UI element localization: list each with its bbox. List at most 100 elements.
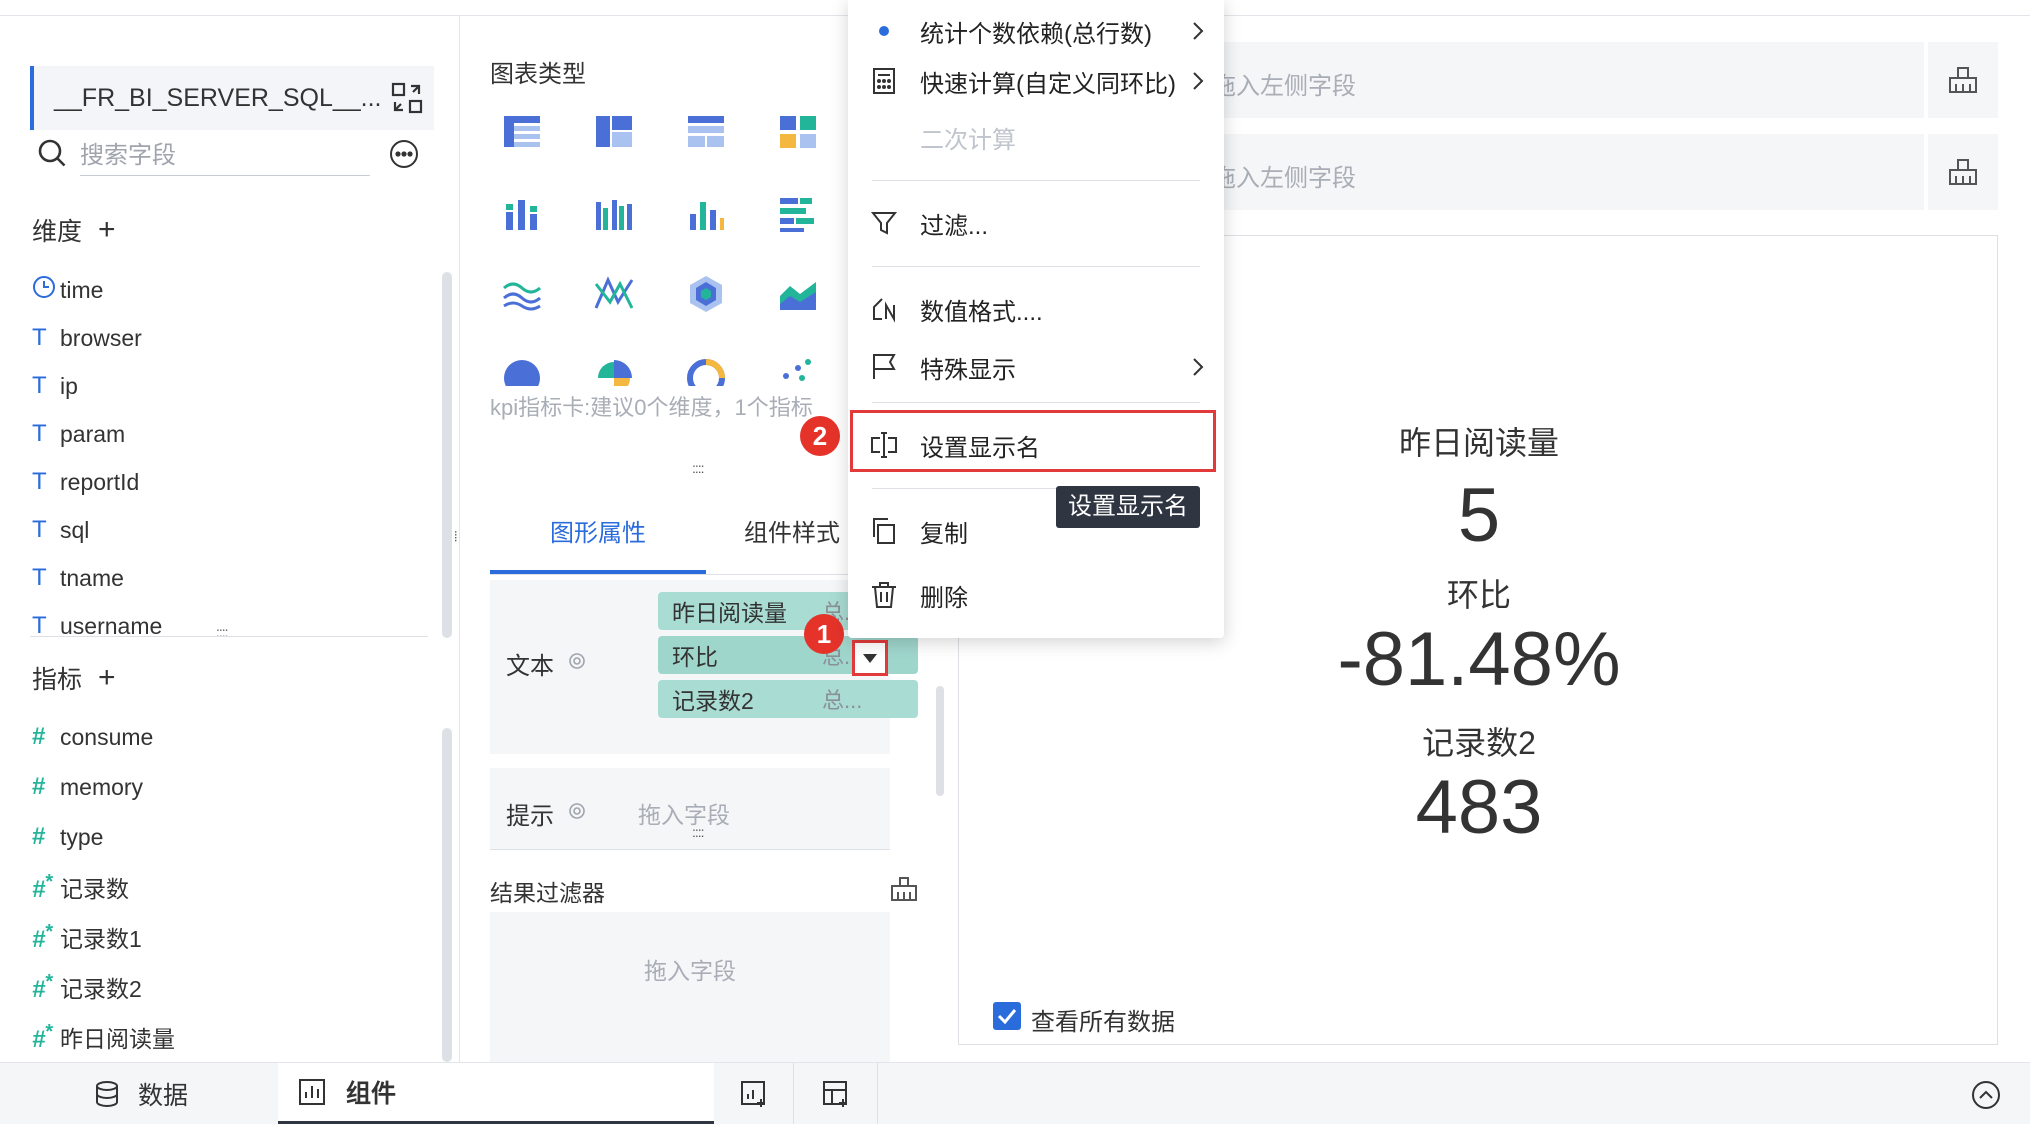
tooltip-drop-zone[interactable]: 提示 拖入字段: [490, 768, 890, 850]
field-name: username: [60, 612, 163, 639]
field-item[interactable]: TreportId: [0, 458, 440, 506]
menu-divider: [872, 180, 1200, 181]
calc-number-icon: #*: [32, 870, 54, 903]
field-item[interactable]: #* 记录数2: [0, 962, 440, 1012]
menu-item-filter[interactable]: 过滤...: [848, 198, 1224, 248]
flag-icon: [873, 354, 896, 379]
field-name: 记录数2: [60, 976, 142, 1002]
tab-label: 数据: [138, 1082, 189, 1110]
chart-type-title: 图表类型: [490, 61, 586, 88]
add-dimension-icon[interactable]: +: [98, 213, 116, 247]
field-item[interactable]: Tbrowser: [0, 314, 440, 362]
detail-table-icon[interactable]: [684, 110, 728, 154]
highlight-box: [850, 410, 1216, 472]
field-item[interactable]: #* 记录数: [0, 862, 440, 912]
resize-grip[interactable]: ::::: [692, 824, 705, 840]
scatter-chart-icon[interactable]: [776, 356, 820, 386]
measure-list: # consume # memory # type #* 记录数 #* 记录数1 #* 记录…: [0, 712, 440, 1062]
text-type-icon: T: [32, 324, 47, 351]
stacked-bar-icon[interactable]: [500, 192, 544, 236]
menu-item-number-format[interactable]: 数值格式....: [848, 284, 1224, 334]
kpi-card-icon[interactable]: [776, 110, 820, 154]
more-options-icon[interactable]: [388, 138, 420, 170]
filter-clear-icon[interactable]: [888, 872, 920, 904]
resize-grip[interactable]: ::::: [216, 624, 229, 640]
dimension-list: time Tbrowser Tip Tparam TreportId Tsql …: [0, 266, 440, 638]
divider: [30, 636, 428, 637]
field-item[interactable]: Tsql: [0, 506, 440, 554]
x-axis-settings[interactable]: [1928, 42, 1998, 118]
result-filter-drop-zone[interactable]: 拖入字段: [490, 912, 890, 1062]
add-filter-component-button[interactable]: [794, 1063, 878, 1124]
dimension-scrollbar[interactable]: [442, 272, 452, 638]
measure-scrollbar[interactable]: [442, 728, 452, 1062]
field-item[interactable]: # consume: [0, 712, 440, 762]
y-axis-settings[interactable]: [1928, 134, 1998, 210]
rose-chart-icon[interactable]: [592, 356, 636, 386]
text-type-icon: T: [32, 420, 47, 447]
field-name: 记录数: [60, 876, 129, 902]
radar-chart-icon[interactable]: [684, 272, 728, 316]
text-drop-zone[interactable]: 文本 昨日阅读量 总... 环比 总... 记录数2 总...: [490, 580, 918, 754]
field-name: ip: [60, 372, 78, 399]
menu-item-count-dependency[interactable]: 统计个数依赖(总行数): [848, 6, 1224, 56]
gear-icon[interactable]: [566, 650, 588, 672]
tab-component[interactable]: 组件: [278, 1063, 714, 1124]
tab-graphic-properties[interactable]: 图形属性: [490, 492, 706, 574]
table-chart-icon[interactable]: [500, 110, 544, 154]
resize-grip[interactable]: ::::: [692, 460, 705, 476]
area-chart-icon[interactable]: [776, 272, 820, 316]
menu-item-delete[interactable]: 删除: [848, 570, 1224, 620]
tab-data[interactable]: 数据: [0, 1063, 278, 1124]
donut-chart-icon[interactable]: [684, 356, 728, 386]
field-item[interactable]: #* 记录数1: [0, 912, 440, 962]
chevron-right-icon: [1193, 358, 1204, 376]
filter-icon: [870, 212, 898, 235]
kpi-value: 483: [1415, 765, 1543, 850]
text-type-icon: T: [32, 372, 47, 399]
field-item[interactable]: Tparam: [0, 410, 440, 458]
database-icon: [96, 1081, 118, 1108]
pill-name: 环比: [672, 644, 718, 670]
kpi-label: 记录数2: [1422, 725, 1536, 761]
field-item[interactable]: # type: [0, 812, 440, 862]
chevron-right-icon: [1193, 72, 1204, 90]
view-all-label: 查看所有数据: [1031, 1009, 1175, 1036]
config-scrollbar[interactable]: [936, 686, 944, 796]
field-item[interactable]: # memory: [0, 762, 440, 812]
view-all-checkbox[interactable]: [993, 1002, 1021, 1030]
field-context-menu: 统计个数依赖(总行数) 快速计算(自定义同环比) 二次计算 过滤... 数值格式…: [848, 0, 1224, 638]
search-input[interactable]: [80, 136, 370, 176]
switch-datasource-icon[interactable]: [389, 80, 425, 116]
field-item[interactable]: Tip: [0, 362, 440, 410]
datasource-selector[interactable]: __FR_BI_SERVER_SQL__...: [30, 66, 434, 130]
step-badge: 1: [804, 614, 844, 654]
multi-bar-icon[interactable]: [592, 192, 636, 236]
pill-dropdown-button[interactable]: [852, 640, 888, 676]
cross-table-icon[interactable]: [592, 110, 636, 154]
pill-aggregation: 总...: [822, 688, 863, 713]
menu-item-quick-calc[interactable]: 快速计算(自定义同环比): [848, 56, 1224, 106]
horizontal-bar-icon[interactable]: [776, 192, 820, 236]
radar-line-icon[interactable]: [592, 272, 636, 316]
add-measure-icon[interactable]: +: [98, 661, 116, 695]
field-item[interactable]: #* 昨日阅读量: [0, 1012, 440, 1062]
calc-number-icon: #*: [32, 1020, 54, 1053]
number-format-icon: [873, 298, 895, 323]
copy-icon: [873, 518, 895, 544]
number-icon: #: [32, 723, 46, 750]
pie-chart-icon[interactable]: [500, 356, 544, 386]
field-name: consume: [60, 723, 154, 750]
checkmark-icon: [997, 1009, 1017, 1025]
gear-icon[interactable]: [566, 800, 588, 822]
menu-item-special-display[interactable]: 特殊显示: [848, 342, 1224, 392]
field-item[interactable]: time: [0, 266, 440, 314]
bar-chart-icon[interactable]: [684, 192, 728, 236]
field-item[interactable]: Ttname: [0, 554, 440, 602]
line-chart-icon[interactable]: [500, 272, 544, 316]
collapse-up-icon[interactable]: [1970, 1079, 2002, 1111]
tab-component-style[interactable]: 组件样式: [744, 492, 844, 574]
clock-icon: [0, 275, 60, 306]
add-component-button[interactable]: [714, 1063, 794, 1124]
field-pill[interactable]: 记录数2 总...: [658, 680, 918, 718]
